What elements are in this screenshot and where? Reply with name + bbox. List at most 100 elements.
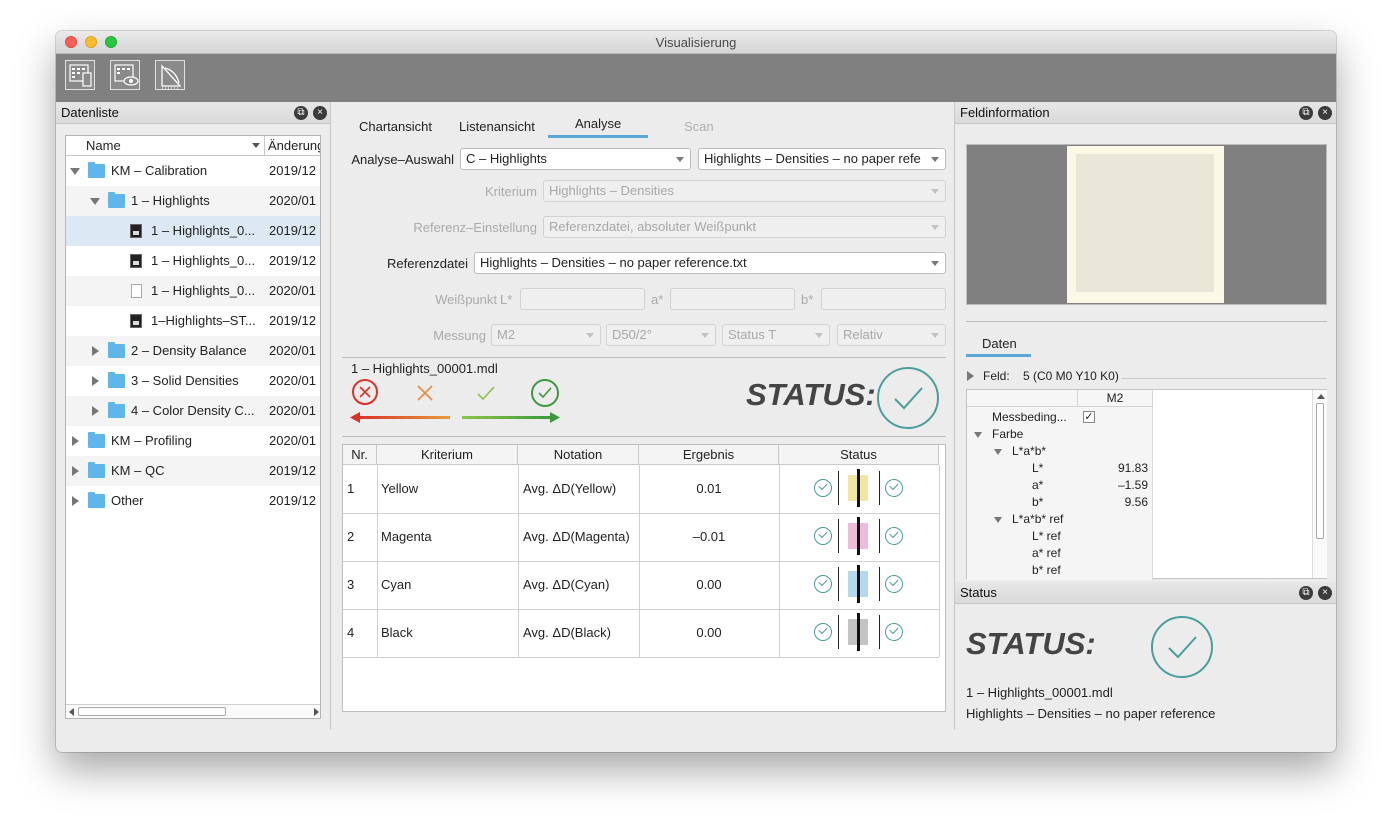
kriterium-select[interactable]: Highlights – Densities (543, 180, 946, 202)
tree-row[interactable]: 3 – Solid Densities 2020/01 (66, 366, 320, 396)
chart-view-icon[interactable] (110, 60, 140, 90)
field-preview (966, 144, 1327, 305)
messung-select-4[interactable]: Relativ (837, 324, 946, 346)
tree-row[interactable]: KM – QC 2019/12 (66, 456, 320, 486)
messbedingungen-checkbox[interactable]: ✓ (1083, 411, 1095, 423)
tree-row[interactable]: KM – Profiling 2020/01 (66, 426, 320, 456)
expand-icon[interactable] (994, 517, 1002, 523)
scroll-left-icon[interactable] (69, 708, 74, 716)
referenz-einstellung-label: Referenz–Einstellung (413, 220, 537, 235)
expand-icon[interactable] (92, 406, 99, 416)
tree-row[interactable]: 1–Highlights–ST... 2019/12 (66, 306, 320, 336)
table-row[interactable]: 1 Yellow Avg. ΔD(Yellow) 0.01 (343, 465, 939, 513)
scroll-thumb[interactable] (78, 707, 226, 716)
tree-row[interactable]: 4 – Color Density C... 2020/01 (66, 396, 320, 426)
column-name[interactable]: Name (86, 138, 121, 153)
property-table[interactable]: M2 Messbeding... ✓ Farbe L*a*b* L* 91.83… (966, 389, 1327, 580)
data-tree[interactable]: Name Änderung KM – Calibration 2019/12 1… (65, 135, 321, 719)
vertical-scrollbar[interactable] (1312, 390, 1327, 578)
scroll-up-icon[interactable] (1317, 394, 1325, 399)
expand-icon[interactable] (72, 496, 79, 506)
scroll-thumb[interactable] (1316, 403, 1324, 539)
b-label: b* (801, 292, 814, 307)
expand-icon[interactable] (72, 466, 79, 476)
referenzdatei-select[interactable]: Highlights – Densities – no paper refere… (474, 252, 946, 274)
tab-listenansicht[interactable]: Listenansicht (459, 119, 535, 134)
feldinformation-header: Feldinformation ⧉ × (955, 102, 1336, 124)
tree-row[interactable]: 1 – Highlights_0... 2019/12 (66, 246, 320, 276)
referenzdatei-label: Referenzdatei (387, 256, 468, 271)
tab-chartansicht[interactable]: Chartansicht (359, 119, 432, 134)
float-panel-icon[interactable]: ⧉ (294, 106, 308, 120)
tab-daten[interactable]: Daten (982, 336, 1017, 351)
weisspunkt-a-field[interactable] (670, 288, 795, 310)
status-panel-title: Status (960, 585, 997, 600)
messung-select-1[interactable]: M2 (491, 324, 601, 346)
col-nr[interactable]: Nr. (343, 445, 377, 465)
messung-select-3[interactable]: Status T (722, 324, 830, 346)
messung-select-2[interactable]: D50/2° (606, 324, 716, 346)
tree-row[interactable]: KM – Calibration 2019/12 (66, 156, 320, 186)
col-kriterium[interactable]: Kriterium (377, 445, 518, 465)
chevron-down-icon (931, 157, 939, 162)
horizontal-scrollbar[interactable] (66, 704, 320, 718)
tree-row[interactable]: 1 – Highlights_0... 2020/01 (66, 276, 320, 306)
column-date[interactable]: Änderung (268, 138, 320, 153)
tab-analyse[interactable]: Analyse (575, 116, 621, 131)
active-tab-indicator (548, 135, 648, 138)
close-panel-icon[interactable]: × (313, 106, 327, 120)
expand-icon[interactable] (967, 371, 974, 381)
tree-row-selected[interactable]: 1 – Highlights_0... 2019/12 (66, 216, 320, 246)
folder-icon (88, 432, 105, 448)
table-row[interactable]: 2 Magenta Avg. ΔD(Magenta) –0.01 (343, 513, 939, 561)
close-window-button[interactable] (65, 36, 77, 48)
scroll-right-icon[interactable] (314, 708, 319, 716)
ok-check-icon (885, 623, 903, 641)
prop-a-ref: a* ref (1032, 546, 1061, 560)
chart-device-icon[interactable] (65, 60, 95, 90)
status-panel-header: Status ⧉ × (955, 582, 1336, 604)
measure-icon[interactable] (155, 60, 185, 90)
status-filename: 1 – Highlights_00001.mdl (351, 361, 498, 376)
float-panel-icon[interactable]: ⧉ (1299, 106, 1313, 120)
col-ergebnis[interactable]: Ergebnis (639, 445, 779, 465)
col-m2[interactable]: M2 (1078, 390, 1153, 407)
tree-row[interactable]: 1 – Highlights 2020/01 (66, 186, 320, 216)
auswahl-select-2[interactable]: Highlights – Densities – no paper refe (698, 148, 946, 170)
tab-scan[interactable]: Scan (684, 119, 714, 134)
close-panel-icon[interactable]: × (1318, 586, 1332, 600)
weisspunkt-l-field[interactable] (520, 288, 645, 310)
severity-arrow (350, 412, 560, 423)
active-tab-indicator (966, 354, 1031, 357)
folder-icon (108, 192, 125, 208)
ok-check-icon (885, 479, 903, 497)
table-row[interactable]: 4 Black Avg. ΔD(Black) 0.00 (343, 609, 939, 657)
expand-icon[interactable] (994, 449, 1002, 455)
col-notation[interactable]: Notation (518, 445, 639, 465)
referenz-einstellung-select[interactable]: Referenzdatei, absoluter Weißpunkt (543, 216, 946, 238)
folder-icon (88, 462, 105, 478)
chart-file-icon (130, 254, 142, 268)
prop-b: b* (1032, 495, 1044, 509)
tree-row[interactable]: Other 2019/12 (66, 486, 320, 516)
expand-icon[interactable] (72, 436, 79, 446)
expand-icon[interactable] (92, 346, 99, 356)
float-panel-icon[interactable]: ⧉ (1299, 586, 1313, 600)
maximize-window-button[interactable] (105, 36, 117, 48)
folder-icon (108, 372, 125, 388)
col-status[interactable]: Status (779, 445, 939, 465)
status-label: STATUS: (746, 377, 876, 412)
expand-icon[interactable] (70, 168, 80, 175)
table-row[interactable]: 3 Cyan Avg. ΔD(Cyan) 0.00 (343, 561, 939, 609)
minimize-window-button[interactable] (85, 36, 97, 48)
expand-icon[interactable] (90, 198, 100, 205)
warning-cross-icon (417, 385, 433, 401)
expand-icon[interactable] (92, 376, 99, 386)
auswahl-select[interactable]: C – Highlights (460, 148, 691, 170)
toolbar (56, 54, 1336, 102)
tree-row[interactable]: 2 – Density Balance 2020/01 (66, 336, 320, 366)
feldinformation-title: Feldinformation (960, 105, 1050, 120)
expand-icon[interactable] (974, 432, 982, 438)
close-panel-icon[interactable]: × (1318, 106, 1332, 120)
weisspunkt-b-field[interactable] (821, 288, 946, 310)
